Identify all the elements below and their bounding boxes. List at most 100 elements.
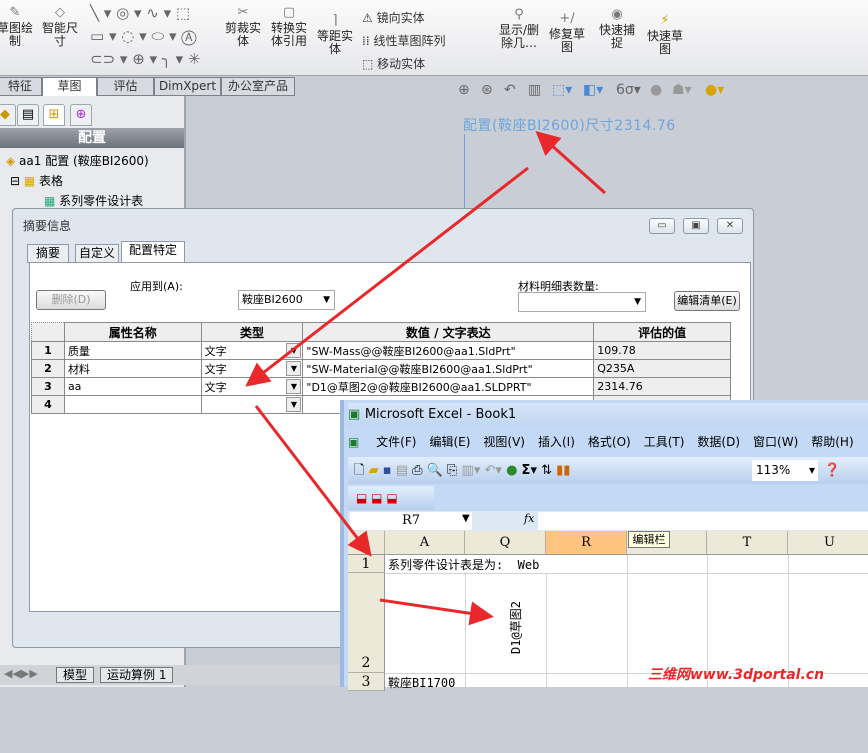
hyperlink-icon[interactable]: ●: [506, 463, 517, 478]
cell-q2[interactable]: D1@草图2: [507, 601, 524, 654]
tab-office-products[interactable]: 办公室产品: [221, 77, 295, 96]
dropdown-icon[interactable]: ▼: [286, 397, 302, 412]
menu-data[interactable]: 数据(D): [697, 435, 740, 449]
expression-cell[interactable]: "D1@草图2@@鞍座BI2600@aa1.SLDPRT": [302, 377, 595, 396]
cell-a1[interactable]: 系列零件设计表是为: Web: [388, 556, 539, 573]
view-orientation-icon[interactable]: ⬚▾: [552, 82, 572, 98]
name-box[interactable]: R7: [350, 512, 472, 530]
menu-tools[interactable]: 工具(T): [644, 435, 685, 449]
zoom-to-fit-icon[interactable]: ⊕: [458, 82, 470, 98]
tab-custom[interactable]: 自定义: [75, 244, 119, 263]
column-header[interactable]: 数值 / 文字表达: [302, 322, 595, 342]
permission-icon[interactable]: ▤: [396, 463, 408, 478]
print-preview-icon[interactable]: 🔍: [427, 463, 443, 478]
tab-dimxpert[interactable]: DimXpert: [154, 77, 221, 96]
save-icon[interactable]: ▪: [383, 463, 392, 478]
property-name-cell[interactable]: 质量: [63, 341, 202, 360]
previous-view-icon[interactable]: ↶: [504, 82, 516, 98]
menu-file[interactable]: 文件(F): [376, 435, 416, 449]
type-cell[interactable]: ▼: [200, 395, 304, 414]
row-number[interactable]: 2: [31, 359, 65, 378]
column-header-q[interactable]: Q: [465, 531, 546, 555]
new-icon[interactable]: 🗋: [348, 463, 364, 478]
offset-button[interactable]: ⌉ 等距实体: [314, 14, 356, 56]
pdf-email-icon[interactable]: ⬓: [371, 491, 382, 505]
column-header-r[interactable]: R: [546, 531, 627, 555]
convert-entities-button[interactable]: ▢ 转换实体引用: [268, 6, 310, 48]
mirror-button[interactable]: ⚠ 镜向实体: [362, 9, 425, 26]
paste-icon[interactable]: ▥▾: [462, 463, 481, 478]
rapid-sketch-button[interactable]: ⚡ 快速草图: [644, 14, 686, 56]
tab-features[interactable]: 特征: [0, 77, 42, 96]
pdf-review-icon[interactable]: ⬓: [386, 491, 397, 505]
tab-summary[interactable]: 摘要: [27, 244, 69, 263]
sort-ascending-icon[interactable]: ⇅: [541, 463, 552, 478]
expression-cell[interactable]: "SW-Material@@鞍座BI2600@aa1.SldPrt": [302, 359, 595, 378]
delete-button[interactable]: 删除(D): [36, 290, 106, 310]
tab-config-specific[interactable]: 配置特定: [121, 241, 185, 263]
minimize-button[interactable]: ▭: [649, 218, 675, 234]
name-box-dropdown-icon[interactable]: ▼: [462, 513, 470, 524]
open-icon[interactable]: ▰: [369, 463, 379, 478]
row-number[interactable]: 1: [31, 341, 65, 360]
dimxpert-manager-tab[interactable]: ⊕: [70, 104, 92, 126]
rectangle-icon[interactable]: ▭ ▾ ◌ ▾ ⬭ ▾ Ⓐ: [90, 27, 197, 45]
zoom-select[interactable]: 113% ▾: [752, 460, 818, 481]
property-name-cell[interactable]: [63, 395, 202, 414]
feature-tree-tab[interactable]: ◆: [0, 104, 16, 126]
property-name-cell[interactable]: 材料: [63, 359, 202, 378]
scene-icon[interactable]: ☗▾: [672, 82, 692, 98]
maximize-button[interactable]: ▣: [683, 218, 709, 234]
dropdown-icon[interactable]: ▼: [286, 361, 302, 376]
type-cell[interactable]: 文字 ▼: [200, 377, 304, 396]
tree-item-tables[interactable]: ⊟ ▦ 表格: [10, 172, 63, 189]
copy-icon[interactable]: ⎘: [447, 463, 457, 478]
sketch-button[interactable]: ✎ 草图绘制: [0, 6, 36, 48]
apply-to-select[interactable]: 鞍座BI2600 ▼: [238, 290, 335, 310]
edit-list-button[interactable]: 编辑清单(E): [674, 291, 740, 311]
zoom-area-icon[interactable]: ⊛: [481, 82, 493, 98]
tab-evaluate[interactable]: 评估: [97, 77, 154, 96]
row-header-3[interactable]: 3: [348, 673, 385, 691]
column-header-u[interactable]: U: [788, 531, 868, 555]
column-header[interactable]: 类型: [200, 322, 304, 342]
print-icon[interactable]: ⎙: [412, 463, 422, 478]
menu-edit[interactable]: 编辑(E): [429, 435, 470, 449]
fx-icon[interactable]: fx: [524, 512, 534, 525]
row-number[interactable]: 3: [31, 377, 65, 396]
property-name-cell[interactable]: aa: [63, 377, 202, 396]
tab-sketch[interactable]: 草图: [42, 77, 97, 96]
column-header-t[interactable]: T: [707, 531, 788, 555]
row-header-2[interactable]: 2: [348, 573, 385, 673]
pdf-create-icon[interactable]: ⬓: [348, 491, 367, 505]
slot-icon[interactable]: ⊂⊃ ▾ ⊕ ▾ ╮ ▾ ✳: [90, 50, 201, 68]
column-header[interactable]: 属性名称: [63, 322, 202, 342]
column-header[interactable]: 评估的值: [593, 322, 731, 342]
type-cell[interactable]: 文字 ▼: [200, 341, 304, 360]
linear-pattern-button[interactable]: ⁞⁞ 线性草图阵列: [362, 32, 445, 49]
property-manager-tab[interactable]: ▤: [17, 104, 39, 126]
quick-snap-button[interactable]: ◉ 快速捕捉: [596, 8, 638, 50]
menu-view[interactable]: 视图(V): [483, 435, 525, 449]
select-all-corner[interactable]: [348, 531, 385, 555]
menu-insert[interactable]: 插入(I): [538, 435, 575, 449]
section-view-icon[interactable]: ▥: [528, 82, 541, 98]
close-button[interactable]: ✕: [717, 218, 743, 234]
chart-wizard-icon[interactable]: ▮▮: [556, 463, 570, 478]
tree-item-config[interactable]: ◈ aa1 配置 (鞍座BI2600): [6, 152, 149, 169]
cell-a3[interactable]: 鞍座BI1700: [388, 674, 455, 691]
bom-quantity-select[interactable]: ▼: [518, 292, 646, 312]
tab-model[interactable]: 模型: [56, 667, 95, 683]
line-icon[interactable]: ╲ ▾ ◎ ▾ ∿ ▾ ⬚: [90, 4, 190, 22]
trim-button[interactable]: ✂ 剪裁实体: [222, 6, 264, 48]
type-cell[interactable]: 文字 ▼: [200, 359, 304, 378]
display-delete-relations-button[interactable]: ⚲ 显示/删除几…: [497, 8, 541, 50]
corner-cell[interactable]: [31, 322, 65, 342]
menu-help[interactable]: 帮助(H): [811, 435, 853, 449]
smart-dimension-button[interactable]: ◇ 智能尺寸: [40, 6, 80, 48]
tab-scroll-arrows-icon[interactable]: ◀◀▶▶: [4, 667, 38, 680]
dropdown-icon[interactable]: ▼: [286, 343, 302, 358]
display-style-icon[interactable]: ◧▾: [583, 82, 603, 98]
row-header-1[interactable]: 1: [348, 555, 385, 573]
move-button[interactable]: ⬚ 移动实体: [362, 55, 425, 72]
